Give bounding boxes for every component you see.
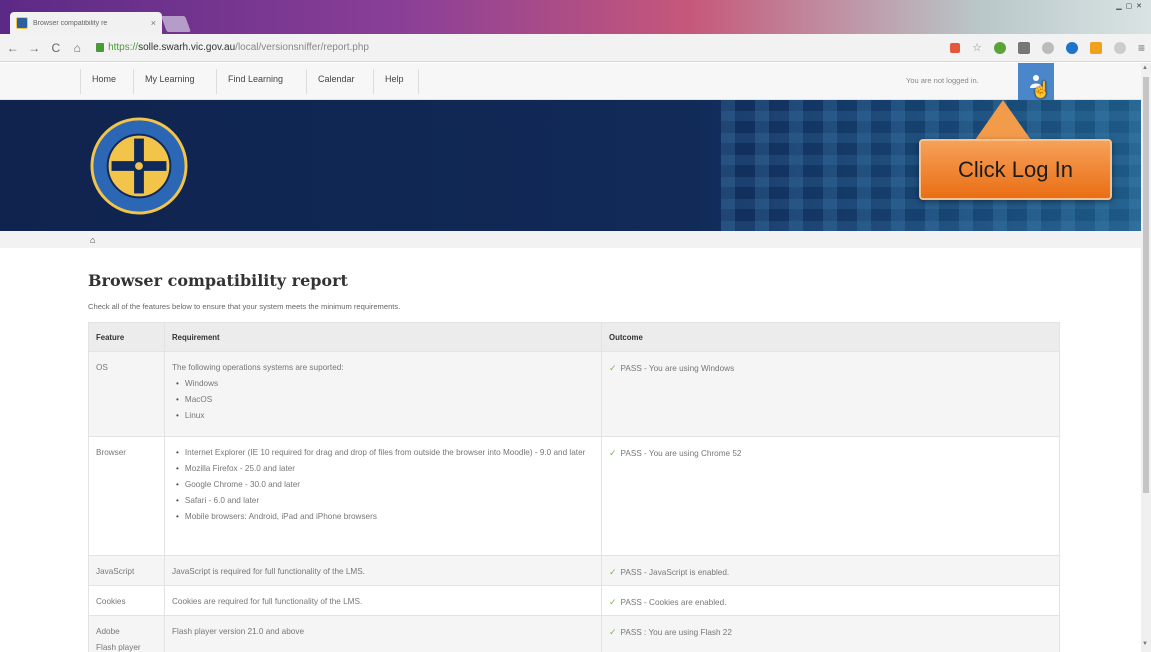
- feature-cell: OS: [88, 351, 165, 437]
- feature-cell: Browser: [88, 436, 165, 556]
- list-item: Mozilla Firefox - 25.0 and later: [176, 461, 594, 477]
- callout-pointer: [975, 100, 1031, 140]
- nav-divider: [306, 69, 307, 94]
- requirement-list: Windows MacOS Linux: [176, 376, 594, 424]
- hand-cursor-icon: ☝: [1031, 82, 1051, 99]
- table-row: JavaScript JavaScript is required for fu…: [88, 555, 1060, 586]
- table-row: Adobe Flash player Flash player version 2…: [88, 615, 1060, 652]
- outcome-text: PASS - JavaScript is enabled.: [620, 568, 730, 577]
- list-item: Linux: [176, 408, 594, 424]
- table-header-row: Feature Requirement Outcome: [88, 322, 1060, 352]
- login-status: You are not logged in.: [906, 76, 979, 85]
- window-controls[interactable]: ▁ ▢ ✕: [1116, 2, 1143, 10]
- extension-orange-icon[interactable]: [1089, 41, 1102, 54]
- requirement-intro: The following operations systems are sup…: [172, 363, 344, 372]
- extension-blue-icon[interactable]: [1065, 41, 1078, 54]
- breadcrumb-home-icon[interactable]: ⌂: [90, 235, 95, 245]
- list-item: MacOS: [176, 392, 594, 408]
- table-row: OS The following operations systems are …: [88, 351, 1060, 437]
- feature-line: Flash player: [96, 643, 141, 652]
- nav-my-learning[interactable]: My Learning: [145, 74, 195, 90]
- breadcrumb: ⌂: [0, 231, 1141, 248]
- requirement-cell: Cookies are required for full functional…: [164, 585, 602, 616]
- feature-line: Adobe: [96, 627, 120, 636]
- requirement-list: Internet Explorer (IE 10 required for dr…: [176, 445, 594, 525]
- nav-divider: [216, 69, 217, 94]
- reload-icon[interactable]: C: [49, 41, 63, 55]
- outcome-cell: ✓ PASS - You are using Chrome 52: [601, 436, 1060, 556]
- outcome-text: PASS : You are using Flash 22: [620, 628, 732, 637]
- address-bar[interactable]: https://solle.swarh.vic.gov.au/local/ver…: [92, 38, 942, 58]
- scroll-up-icon[interactable]: ▲: [1142, 65, 1148, 71]
- requirement-cell: JavaScript is required for full function…: [164, 555, 602, 586]
- list-item: Windows: [176, 376, 594, 392]
- extension-square-icon[interactable]: [1017, 41, 1030, 54]
- popup-blocked-icon[interactable]: [950, 42, 961, 53]
- outcome-cell: ✓ PASS - You are using Windows: [601, 351, 1060, 437]
- header-outcome: Outcome: [601, 322, 1060, 352]
- outcome-text: PASS - Cookies are enabled.: [620, 598, 727, 607]
- nav-home[interactable]: Home: [92, 74, 116, 90]
- outcome-cell: ✓ PASS - Cookies are enabled.: [601, 585, 1060, 616]
- header-feature: Feature: [88, 322, 165, 352]
- nav-calendar[interactable]: Calendar: [318, 74, 355, 90]
- nav-divider: [80, 69, 81, 94]
- scroll-thumb[interactable]: [1143, 77, 1149, 493]
- browser-titlebar: Browser compatibility re × ▁ ▢ ✕: [0, 0, 1151, 34]
- site-favicon-icon: [16, 17, 28, 29]
- requirement-cell: Internet Explorer (IE 10 required for dr…: [164, 436, 602, 556]
- check-icon: ✓: [609, 627, 617, 637]
- menu-icon[interactable]: ≡: [1138, 41, 1145, 55]
- lock-icon: [96, 43, 105, 52]
- list-item: Safari - 6.0 and later: [176, 493, 594, 509]
- browser-tab[interactable]: Browser compatibility re ×: [10, 12, 162, 34]
- nav-divider: [373, 69, 374, 94]
- page-title: Browser compatibility report: [88, 271, 348, 290]
- outcome-text: PASS - You are using Windows: [620, 364, 735, 373]
- nav-divider: [418, 69, 419, 94]
- site-navbar: Home My Learning Find Learning Calendar …: [0, 63, 1141, 100]
- table-row: Cookies Cookies are required for full fu…: [88, 585, 1060, 616]
- page-description: Check all of the features below to ensur…: [88, 302, 401, 311]
- extension-ghost-icon[interactable]: [1041, 41, 1054, 54]
- compatibility-table: Feature Requirement Outcome OS The follo…: [88, 322, 1060, 652]
- check-icon: ✓: [609, 597, 617, 607]
- tab-title: Browser compatibility re: [33, 19, 108, 27]
- forward-icon[interactable]: →: [28, 41, 42, 55]
- back-icon[interactable]: ←: [6, 41, 20, 55]
- site-logo[interactable]: [90, 117, 188, 215]
- page-scrollbar[interactable]: ▲ ▼: [1141, 63, 1151, 652]
- check-icon: ✓: [609, 567, 617, 577]
- bookmark-star-icon[interactable]: ☆: [972, 41, 982, 54]
- nav-divider: [133, 69, 134, 94]
- nav-find-learning[interactable]: Find Learning: [228, 74, 283, 90]
- outcome-text: PASS - You are using Chrome 52: [620, 449, 742, 458]
- browser-toolbar: ← → C ⌂ https://solle.swarh.vic.gov.au/l…: [0, 34, 1151, 62]
- feature-cell: JavaScript: [88, 555, 165, 586]
- requirement-cell: Flash player version 21.0 and above: [164, 615, 602, 652]
- url-text: https://solle.swarh.vic.gov.au/local/ver…: [108, 42, 369, 53]
- new-tab-button[interactable]: [161, 16, 191, 32]
- list-item: Google Chrome - 30.0 and later: [176, 477, 594, 493]
- list-item: Internet Explorer (IE 10 required for dr…: [176, 445, 594, 461]
- scroll-down-icon[interactable]: ▼: [1142, 641, 1148, 647]
- tab-close-icon[interactable]: ×: [151, 18, 156, 28]
- check-icon: ✓: [609, 363, 617, 373]
- table-row: Browser Internet Explorer (IE 10 require…: [88, 436, 1060, 556]
- home-icon[interactable]: ⌂: [71, 41, 85, 55]
- outcome-cell: ✓ PASS - JavaScript is enabled.: [601, 555, 1060, 586]
- click-login-callout: Click Log In: [919, 139, 1112, 200]
- header-requirement: Requirement: [164, 322, 602, 352]
- outcome-cell: ✓ PASS : You are using Flash 22: [601, 615, 1060, 652]
- check-icon: ✓: [609, 448, 617, 458]
- feature-cell: Cookies: [88, 585, 165, 616]
- requirement-cell: The following operations systems are sup…: [164, 351, 602, 437]
- feature-cell: Adobe Flash player: [88, 615, 165, 652]
- list-item: Mobile browsers: Android, iPad and iPhon…: [176, 509, 594, 525]
- extension-grey-icon[interactable]: [1113, 41, 1126, 54]
- nav-help[interactable]: Help: [385, 74, 404, 90]
- extension-pen-icon[interactable]: [993, 41, 1006, 54]
